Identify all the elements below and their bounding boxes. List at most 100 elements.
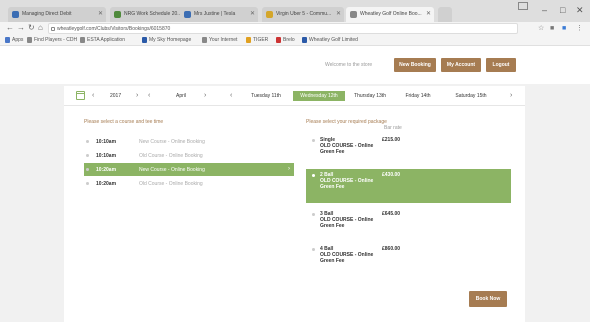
minimize-icon[interactable]: –: [542, 5, 547, 15]
extension-icon[interactable]: ■: [562, 24, 566, 33]
tee-time-heading: Please select a course and tee time: [84, 119, 164, 125]
month-next-icon[interactable]: ›: [204, 92, 206, 99]
package-heading: Please select your required package: [306, 119, 387, 125]
package-row[interactable]: 3 Ball OLD COURSE - Online Green Fee £64…: [306, 208, 511, 242]
course-name: Old Course - Online Booking: [139, 153, 203, 159]
page-icon: [80, 37, 85, 43]
back-icon[interactable]: ←: [6, 23, 14, 33]
tee-time-row[interactable]: 10:20am Old Course - Online Booking: [84, 177, 294, 190]
bookmark[interactable]: Apps: [5, 37, 23, 43]
year-value: 2017: [110, 93, 122, 99]
tab-favicon-icon: [266, 11, 273, 18]
star-icon[interactable]: ☆: [538, 24, 544, 33]
package-details: 3 Ball OLD COURSE - Online Green Fee: [320, 211, 373, 229]
brelo-icon: [276, 37, 281, 43]
tab-label: Virgin Uber 5 - Commu...: [276, 11, 332, 17]
page-icon: [27, 37, 32, 43]
browser-tab[interactable]: Virgin Uber 5 - Commu... ✕: [262, 7, 344, 22]
browser-tab[interactable]: Mrs Justine | Tesla ✕: [180, 7, 258, 22]
package-row[interactable]: 4 Ball OLD COURSE - Online Green Fee £86…: [306, 243, 511, 277]
browser-tab[interactable]: Managing Direct Debit ✕: [8, 7, 106, 22]
tiger-icon: [246, 37, 251, 43]
address-bar[interactable]: wheatleygolf.com/Clubs/Visitors/Bookings…: [48, 23, 518, 34]
sky-icon: [142, 37, 147, 43]
logout-button[interactable]: Logout: [486, 58, 516, 72]
calendar-icon[interactable]: [76, 91, 85, 100]
bookmark[interactable]: Find Players - CDH: [27, 37, 77, 43]
package-fee: Green Fee: [320, 184, 345, 190]
book-now-button[interactable]: Book Now: [469, 291, 507, 307]
radio-icon: [312, 213, 315, 216]
day-tab[interactable]: Saturday 15th: [444, 91, 498, 101]
day-tab[interactable]: Friday 14th: [396, 91, 440, 101]
year-prev-icon[interactable]: ‹: [92, 92, 94, 99]
bookmark-label: Wheatley Golf Limited: [309, 37, 358, 43]
site-header: Welcome to the store New Booking My Acco…: [0, 46, 590, 84]
package-price: £215.00: [382, 137, 401, 143]
tee-time: 10:20am: [96, 167, 117, 173]
new-tab-button[interactable]: [438, 7, 452, 22]
tab-label: Wheatley Golf Online Boo...: [360, 11, 422, 17]
radio-icon: [86, 168, 89, 171]
close-tab-icon[interactable]: ✕: [98, 10, 103, 17]
tab-bar: Managing Direct Debit ✕ NRG Work Schedul…: [0, 0, 590, 22]
course-name: New Course - Online Booking: [139, 167, 205, 173]
tab-favicon-icon: [114, 11, 121, 18]
package-fee: Green Fee: [320, 258, 345, 264]
tee-time-row[interactable]: 10:10am New Course - Online Booking: [84, 135, 294, 148]
tab-favicon-icon: [12, 11, 19, 18]
tab-label: Mrs Justine | Tesla: [194, 11, 236, 17]
days-next-icon[interactable]: ›: [510, 92, 512, 99]
welcome-text: Welcome to the store: [325, 62, 373, 68]
year-next-icon[interactable]: ›: [136, 92, 138, 99]
package-price: £430.00: [382, 172, 401, 178]
new-booking-button[interactable]: New Booking: [394, 58, 436, 72]
bookmark[interactable]: TIGER: [246, 37, 268, 43]
page-content: Welcome to the store New Booking My Acco…: [0, 46, 590, 322]
day-tab[interactable]: Thursday 13th: [346, 91, 394, 101]
extension-icon[interactable]: ■: [550, 24, 554, 33]
my-account-button[interactable]: My Account: [441, 58, 481, 72]
bookmark[interactable]: ESTA Application: [80, 37, 125, 43]
reload-icon[interactable]: ↻: [28, 23, 35, 33]
tee-time-row[interactable]: 10:10am Old Course - Online Booking: [84, 149, 294, 162]
radio-icon: [312, 174, 315, 177]
day-tab[interactable]: Wednesday 12th: [293, 91, 345, 101]
bookmark[interactable]: My Sky Homepage: [142, 37, 191, 43]
browser-tab-active[interactable]: Wheatley Golf Online Boo... ✕: [346, 7, 434, 22]
close-tab-icon[interactable]: ✕: [336, 10, 341, 17]
tab-label: Managing Direct Debit: [22, 11, 72, 17]
maximize-icon[interactable]: □: [560, 5, 565, 15]
month-prev-icon[interactable]: ‹: [148, 92, 150, 99]
package-details: 2 Ball OLD COURSE - Online Green Fee: [320, 172, 373, 190]
bookmark[interactable]: Wheatley Golf Limited: [302, 37, 358, 43]
browser-window: Managing Direct Debit ✕ NRG Work Schedul…: [0, 0, 590, 322]
tab-favicon-icon: [350, 11, 357, 18]
day-tab[interactable]: Tuesday 11th: [240, 91, 292, 101]
bookmark-label: Your Internet: [209, 37, 238, 43]
booking-panel: ‹ 2017 › ‹ April › ‹ Tuesday 11th Wednes…: [64, 86, 525, 322]
bookmark-label: TIGER: [253, 37, 269, 43]
close-tab-icon[interactable]: ✕: [426, 10, 431, 17]
bookmark-label: Find Players - CDH: [34, 37, 78, 43]
home-icon[interactable]: ⌂: [38, 23, 43, 33]
menu-icon[interactable]: ⋮: [576, 24, 583, 33]
bookmark[interactable]: Your Internet: [202, 37, 237, 43]
radio-icon: [312, 139, 315, 142]
tee-time-row-selected[interactable]: 10:20am New Course - Online Booking ›: [84, 163, 294, 176]
course-name: Old Course - Online Booking: [139, 181, 203, 187]
close-tab-icon[interactable]: ✕: [250, 10, 255, 17]
course-name: New Course - Online Booking: [139, 139, 205, 145]
tee-time: 10:10am: [96, 139, 117, 145]
bookmark[interactable]: Brelo: [276, 37, 295, 43]
wheatley-icon: [302, 37, 307, 43]
package-details: Single OLD COURSE - Online Green Fee: [320, 137, 373, 155]
forward-icon[interactable]: →: [17, 23, 25, 33]
days-prev-icon[interactable]: ‹: [230, 92, 232, 99]
package-row-selected[interactable]: 2 Ball OLD COURSE - Online Green Fee £43…: [306, 169, 511, 203]
profile-icon[interactable]: [518, 2, 528, 10]
package-row[interactable]: Single OLD COURSE - Online Green Fee £21…: [306, 134, 511, 168]
url-text: wheatleygolf.com/Clubs/Visitors/Bookings…: [57, 26, 171, 32]
close-window-icon[interactable]: ✕: [576, 5, 584, 15]
radio-icon: [86, 182, 89, 185]
